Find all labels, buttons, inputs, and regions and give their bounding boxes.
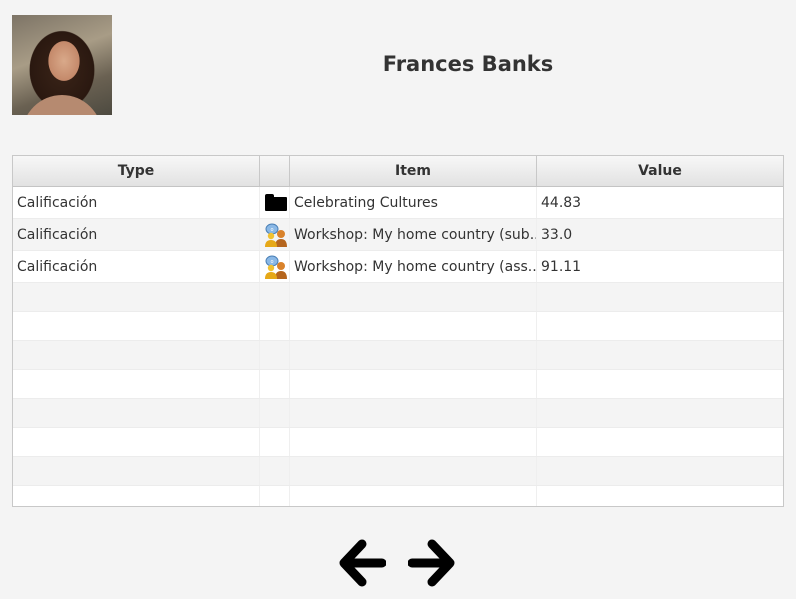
workshop-icon: o [265,223,287,247]
table-body: Calificación Celebrating Cultures 44.83 … [13,187,783,506]
empty-row [13,428,783,457]
navigation [337,535,457,590]
previous-button[interactable] [337,535,387,590]
table-header: Type Item Value [13,156,783,187]
cell-type: Calificación [13,219,260,250]
svg-text:o: o [270,259,273,265]
column-header-value[interactable]: Value [537,156,783,186]
empty-row [13,312,783,341]
arrow-left-icon [339,539,386,586]
table-row[interactable]: Calificación Celebrating Cultures 44.83 [13,187,783,219]
cell-item: Celebrating Cultures [290,187,537,218]
column-header-item[interactable]: Item [290,156,537,186]
empty-row [13,457,783,486]
svg-text:o: o [270,227,273,233]
empty-row [13,486,783,506]
empty-row [13,399,783,428]
folder-icon [265,194,287,211]
avatar [12,15,112,115]
arrow-right-icon [408,539,455,586]
cell-type: Calificación [13,187,260,218]
cell-value: 33.0 [541,226,573,243]
empty-row [13,283,783,312]
empty-row [13,370,783,399]
cell-value: 91.11 [541,258,582,275]
next-button[interactable] [407,535,457,590]
cell-item: Workshop: My home country (sub... [290,219,537,250]
cell-item: Workshop: My home country (ass... [290,251,537,282]
cell-value: 44.83 [541,194,582,211]
cell-type: Calificación [13,251,260,282]
empty-row [13,341,783,370]
workshop-icon: o [265,255,287,279]
column-header-type[interactable]: Type [13,156,260,186]
column-header-icon[interactable] [260,156,290,186]
user-name: Frances Banks [382,52,554,76]
grades-table: Type Item Value Calificación Celebrating… [12,155,784,507]
table-row[interactable]: Calificación o Workshop: My home country… [13,251,783,283]
table-row[interactable]: Calificación o Workshop: My home country… [13,219,783,251]
